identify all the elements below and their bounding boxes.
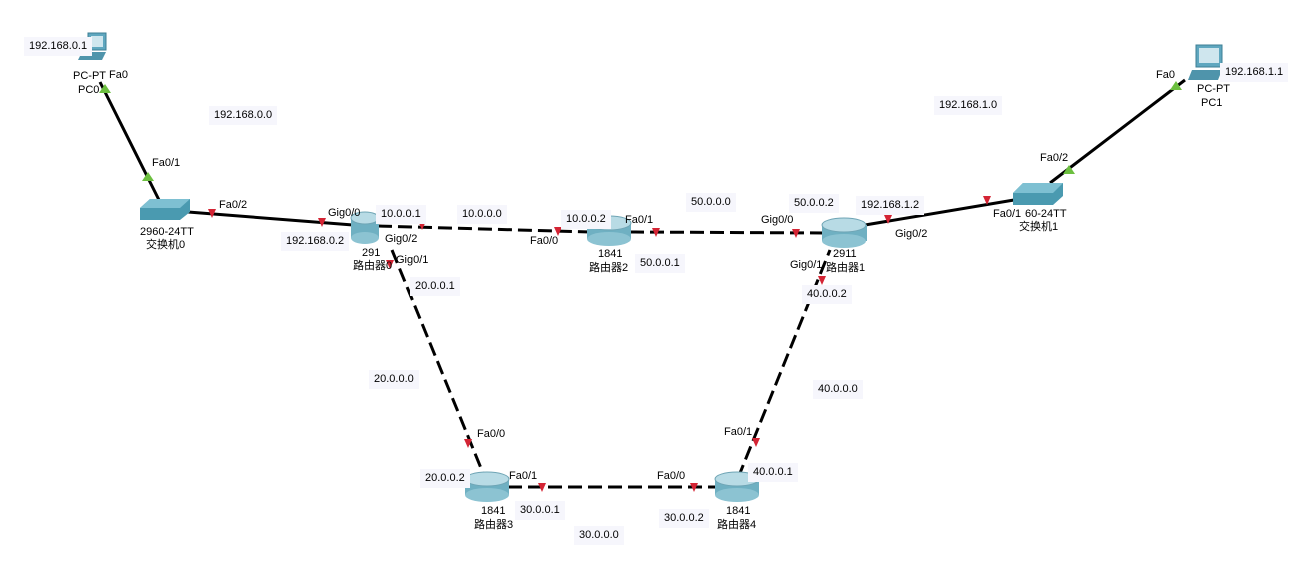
network-label: 50.0.0.0 xyxy=(686,193,736,212)
pc1-ip: 192.168.1.1 xyxy=(1220,63,1289,82)
pc-icon[interactable] xyxy=(1188,44,1223,80)
router3-fa01: Fa0/1 xyxy=(509,470,538,482)
port-up-indicator xyxy=(142,172,154,181)
pc0-ip: 192.168.0.1 xyxy=(24,37,93,56)
router1-ip-g02: 192.168.1.2 xyxy=(856,196,925,215)
network-label: 30.0.0.0 xyxy=(574,526,624,545)
network-label: 40.0.0.0 xyxy=(813,380,863,399)
switch1-port1: Fa0/1 xyxy=(993,208,1022,220)
router4-ip-fa00: 30.0.0.2 xyxy=(659,509,709,528)
router-icon[interactable] xyxy=(821,217,867,248)
router4-ip-fa01: 40.0.0.1 xyxy=(748,463,798,482)
router2-ip-fa00: 10.0.0.2 xyxy=(561,210,611,229)
router4-name: 路由器4 xyxy=(717,519,757,531)
switch0-model: 2960-24TT xyxy=(140,226,194,238)
port-down-indicator xyxy=(752,438,760,447)
pc0-name: PC0 xyxy=(78,84,100,96)
router2-model: 1841 xyxy=(598,248,623,260)
router1-ip-g00: 50.0.0.2 xyxy=(789,194,839,213)
switch0-port1: Fa0/1 xyxy=(152,157,181,169)
switch-icon[interactable] xyxy=(1013,183,1063,205)
network-label: 192.168.1.0 xyxy=(934,96,1003,115)
router1-gig02: Gig0/2 xyxy=(895,228,928,240)
pc0-port: Fa0 xyxy=(109,69,128,81)
switch-icon[interactable] xyxy=(140,199,190,220)
switch1-name: 交换机1 xyxy=(1019,221,1059,233)
pc0-model: PC-PT xyxy=(73,70,106,82)
switch0-port2: Fa0/2 xyxy=(219,199,248,211)
router1-name: 路由器1 xyxy=(826,262,866,274)
network-label: 10.0.0.0 xyxy=(457,205,507,224)
router3-name: 路由器3 xyxy=(474,519,514,531)
pc1-port: Fa0 xyxy=(1156,69,1175,81)
router4-model: 1841 xyxy=(726,505,751,517)
pc1-model: PC-PT xyxy=(1197,83,1230,95)
router3-ip-fa01: 30.0.0.1 xyxy=(515,501,565,520)
switch1-port2: Fa0/2 xyxy=(1040,152,1069,164)
router3-fa00: Fa0/0 xyxy=(477,428,506,440)
topology-canvas[interactable]: 192.168.0.1 PC-PT PC0 Fa0 Fa0/1 Fa0/2 29… xyxy=(0,0,1313,561)
network-label: 20.0.0.0 xyxy=(369,370,419,389)
router2-name: 路由器2 xyxy=(589,262,629,274)
link-pc0-switch0[interactable] xyxy=(98,81,162,203)
router2-fa01: Fa0/1 xyxy=(625,214,654,226)
router0-gig02: Gig0/2 xyxy=(385,233,418,245)
network-label: 192.168.0.0 xyxy=(209,106,278,125)
router2-fa00: Fa0/0 xyxy=(530,235,559,247)
router0-name: 路由器0 xyxy=(353,260,393,272)
router-icon[interactable] xyxy=(464,471,510,502)
router1-gig01: Gig0/1 xyxy=(790,259,823,271)
router0-ip-g00: 192.168.0.2 xyxy=(281,232,350,251)
router0-gig00: Gig0/0 xyxy=(328,207,361,219)
pc1-name: PC1 xyxy=(1201,97,1223,109)
router2-ip-fa01: 50.0.0.1 xyxy=(635,254,685,273)
router3-ip-fa00: 20.0.0.2 xyxy=(420,469,470,488)
router1-gig00: Gig0/0 xyxy=(761,214,794,226)
router1-model: 2911 xyxy=(833,248,857,260)
router4-fa01: Fa0/1 xyxy=(724,426,753,438)
router0-ip-g02: 10.0.0.1 xyxy=(376,205,426,224)
router3-model: 1841 xyxy=(481,505,506,517)
router0-model: 291 xyxy=(362,247,381,259)
router4-fa00: Fa0/0 xyxy=(657,470,686,482)
router0-gig01: Gig0/1 xyxy=(396,254,429,266)
router0-ip-g01: 20.0.0.1 xyxy=(410,277,460,296)
switch0-name: 交换机0 xyxy=(146,239,186,251)
switch1-model: 60-24TT xyxy=(1025,208,1067,220)
router1-ip-g01: 40.0.0.2 xyxy=(802,285,852,304)
